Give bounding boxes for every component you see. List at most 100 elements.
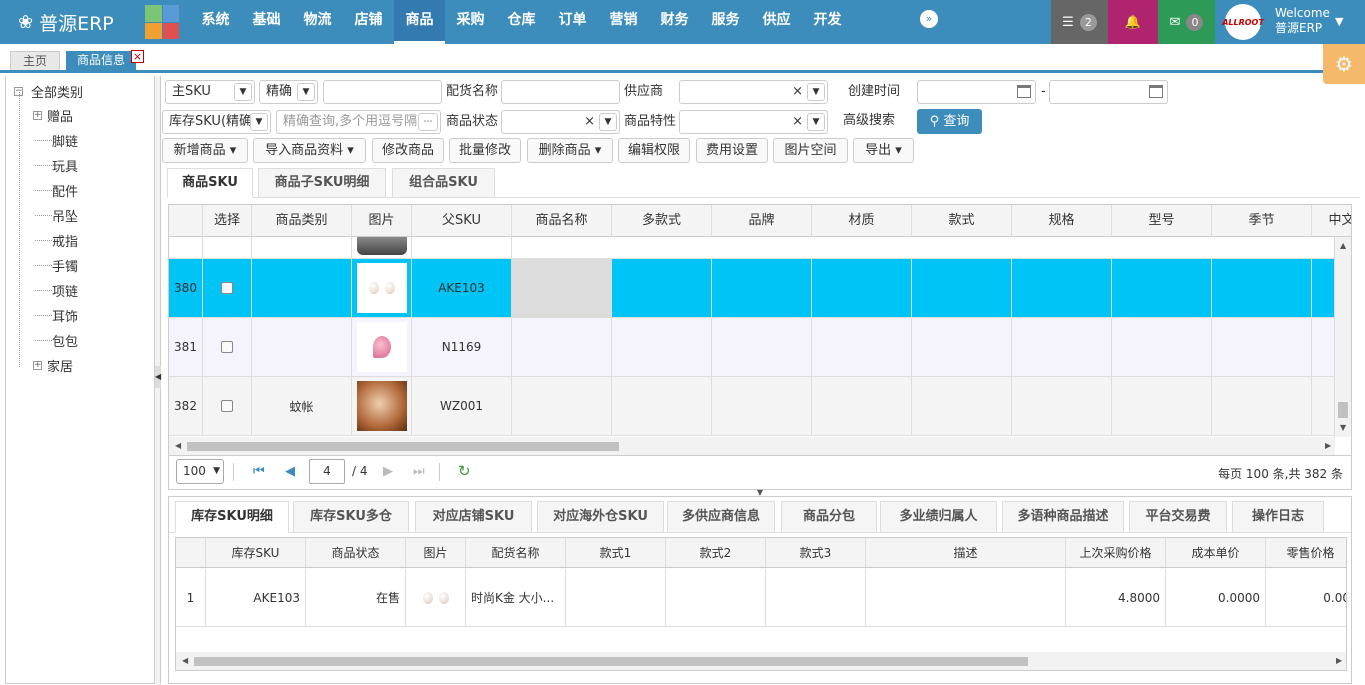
column-header[interactable]: 描述 <box>866 538 1066 567</box>
column-header[interactable]: 库存SKU <box>206 538 306 567</box>
menu-item[interactable]: 采购 <box>445 0 496 44</box>
close-tab-icon[interactable]: × <box>131 50 144 63</box>
tab-home[interactable]: 主页 <box>10 51 60 70</box>
menu-item[interactable]: 财务 <box>649 0 700 44</box>
export-button[interactable]: 导出 ▾ <box>853 138 914 163</box>
row-checkbox[interactable] <box>203 377 252 435</box>
column-header[interactable]: 配货名称 <box>466 538 566 567</box>
tree-item[interactable]: 吊坠 <box>35 205 78 225</box>
ellipsis-icon[interactable]: ⋯ <box>418 113 438 131</box>
status-select[interactable]: × ▼ <box>501 110 620 134</box>
detail-tab[interactable]: 操作日志 <box>1232 501 1324 533</box>
sku-input[interactable] <box>323 80 442 104</box>
tree-item[interactable]: 包包 <box>35 330 78 350</box>
clear-icon[interactable]: × <box>792 81 803 103</box>
detail-tab[interactable]: 多供应商信息 <box>667 501 775 533</box>
date-start-input[interactable] <box>917 80 1036 104</box>
column-header[interactable]: 选择 <box>203 205 252 237</box>
first-page-icon[interactable]: ⏮ <box>253 464 265 479</box>
column-header[interactable]: 商品状态 <box>306 538 406 567</box>
multi-sku-input[interactable]: 精确查询,多个用逗号隔 ⋯ <box>276 110 441 134</box>
table-row[interactable]: 380 AKE103 <box>169 259 1335 318</box>
calendar-icon[interactable] <box>1149 85 1163 98</box>
tree-root[interactable]: − 全部类别 <box>14 82 83 101</box>
expand-icon[interactable]: + <box>33 360 42 370</box>
column-header[interactable]: 款式1 <box>566 538 666 567</box>
menu-item[interactable]: 商品 <box>394 0 445 44</box>
scroll-left-icon[interactable]: ◀ <box>182 656 188 665</box>
messages-button[interactable]: ✉ 0 <box>1158 0 1215 44</box>
gear-icon[interactable]: ⚙ <box>1323 44 1365 84</box>
pick-name-input[interactable] <box>501 80 620 104</box>
detail-tab[interactable]: 对应海外仓SKU <box>537 501 664 533</box>
row-checkbox[interactable] <box>203 259 252 317</box>
detail-tab[interactable]: 多语种商品描述 <box>1002 501 1124 533</box>
tree-item[interactable]: 手镯 <box>35 255 78 275</box>
detail-tab[interactable]: 平台交易费 <box>1129 501 1227 533</box>
last-page-icon[interactable]: ⏭ <box>413 464 425 479</box>
column-header[interactable]: 父SKU <box>412 205 512 237</box>
tab-combo-sku[interactable]: 组合品SKU <box>392 168 495 198</box>
menu-item[interactable]: 物流 <box>292 0 343 44</box>
detail-tab[interactable]: 商品分包 <box>781 501 877 533</box>
tab-child-sku[interactable]: 商品子SKU明细 <box>258 168 386 198</box>
column-header[interactable]: 图片 <box>406 538 466 567</box>
column-header[interactable]: 材质 <box>812 205 912 237</box>
brand[interactable]: ❀ 普源ERP <box>18 8 114 36</box>
collapse-left-icon[interactable]: ◀ <box>155 366 161 388</box>
tab-product-info[interactable]: 商品信息 <box>66 51 136 70</box>
fee-settings-button[interactable]: 费用设置 <box>696 138 768 163</box>
tree-item[interactable]: 配件 <box>35 180 78 200</box>
clear-icon[interactable]: × <box>584 111 595 133</box>
column-header[interactable]: 商品类别 <box>252 205 352 237</box>
detail-tab[interactable]: 库存SKU多仓 <box>293 501 409 533</box>
tree-item[interactable]: 耳饰 <box>35 305 78 325</box>
column-header[interactable]: 上次采购价格 <box>1066 538 1166 567</box>
date-end-input[interactable] <box>1049 80 1168 104</box>
column-header[interactable]: 多款式 <box>612 205 712 237</box>
add-product-button[interactable]: 新增商品 ▾ <box>162 138 248 163</box>
menu-item[interactable]: 供应 <box>751 0 802 44</box>
column-header[interactable]: 规格 <box>1012 205 1112 237</box>
collapse-icon[interactable]: − <box>14 87 23 96</box>
batch-edit-button[interactable]: 批量修改 <box>449 138 521 163</box>
column-header[interactable]: 款式 <box>912 205 1012 237</box>
menu-item[interactable]: 服务 <box>700 0 751 44</box>
column-header[interactable]: 中文 <box>1312 205 1351 237</box>
advanced-search-link[interactable]: 高级搜索 <box>843 109 895 133</box>
tree-item[interactable]: 项链 <box>35 280 78 300</box>
delete-product-button[interactable]: 删除商品 ▾ <box>527 138 613 163</box>
menu-item[interactable]: 仓库 <box>496 0 547 44</box>
feature-select[interactable]: × ▼ <box>679 110 828 134</box>
column-header[interactable]: 季节 <box>1212 205 1312 237</box>
menu-item[interactable]: 基础 <box>241 0 292 44</box>
scroll-right-icon[interactable]: ▶ <box>1336 656 1342 665</box>
column-header[interactable]: 成本单价 <box>1166 538 1266 567</box>
match-mode-select[interactable]: 精确 ▼ <box>259 80 318 104</box>
scroll-left-icon[interactable]: ◀ <box>175 441 181 450</box>
menu-more-icon[interactable]: » <box>920 10 938 28</box>
query-button[interactable]: ⚲ 查询 <box>917 109 982 134</box>
supplier-select[interactable]: × ▼ <box>679 80 828 104</box>
next-page-icon[interactable]: ▶ <box>383 464 393 479</box>
sidebar-splitter[interactable]: ◀ <box>155 76 161 684</box>
refresh-icon[interactable]: ↻ <box>458 462 471 480</box>
prev-page-icon[interactable]: ◀ <box>285 464 295 479</box>
menu-item[interactable]: 开发 <box>802 0 853 44</box>
sku-type-select[interactable]: 主SKU ▼ <box>165 80 255 104</box>
column-header[interactable]: 品牌 <box>712 205 812 237</box>
user-menu[interactable]: ALLROOT Welcome 普源ERP ▼ <box>1215 0 1365 44</box>
stock-sku-type-select[interactable]: 库存SKU(精确 ▼ <box>162 110 271 134</box>
column-header[interactable]: 款式3 <box>766 538 866 567</box>
table-row[interactable]: 381 N1169 <box>169 318 1335 377</box>
horizontal-scrollbar[interactable]: ◀ ▶ <box>169 437 1335 455</box>
detail-tab[interactable]: 库存SKU明细 <box>175 501 289 533</box>
page-size-select[interactable]: 100 ▼ <box>176 459 224 484</box>
scroll-down-icon[interactable]: ▼ <box>1340 423 1346 432</box>
import-button[interactable]: 导入商品资料 ▾ <box>253 138 366 163</box>
expand-icon[interactable]: + <box>33 110 42 120</box>
menu-item[interactable]: 订单 <box>547 0 598 44</box>
scroll-right-icon[interactable]: ▶ <box>1325 441 1331 450</box>
tree-item[interactable]: 玩具 <box>35 155 78 175</box>
column-header[interactable]: 款式2 <box>666 538 766 567</box>
